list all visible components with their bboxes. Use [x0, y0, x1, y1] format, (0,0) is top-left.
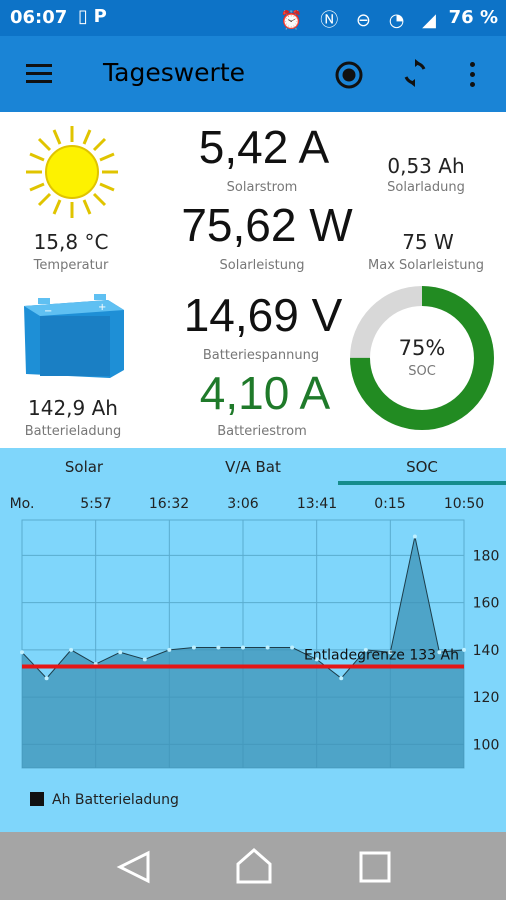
- more-options-icon[interactable]: [470, 62, 478, 88]
- sync-icon[interactable]: [400, 58, 430, 88]
- home-icon[interactable]: [234, 846, 274, 886]
- data-point: [20, 650, 24, 655]
- data-point: [69, 647, 74, 652]
- app-bar: Tageswerte: [0, 36, 506, 112]
- battery-icon: − +: [24, 294, 124, 378]
- solar-current-value: 5,42 A: [198, 121, 330, 173]
- data-point: [462, 647, 466, 652]
- legend-swatch: [30, 792, 44, 806]
- chart-tabs: Solar V/A Bat SOC: [0, 448, 506, 486]
- max-solar-power-value: 75 W: [402, 230, 454, 254]
- data-point: [265, 645, 270, 650]
- record-icon[interactable]: [334, 60, 364, 90]
- data-point: [339, 676, 344, 681]
- x-tick-label: 5:57: [80, 496, 111, 512]
- x-tick-label: 13:41: [297, 496, 337, 512]
- solar-charge-value: 0,53 Ah: [387, 154, 465, 178]
- data-point: [191, 645, 196, 650]
- battery-voltage-value: 14,69 V: [183, 289, 343, 341]
- data-point: [241, 645, 245, 650]
- menu-icon[interactable]: [26, 64, 52, 84]
- active-tab-indicator: [338, 481, 506, 485]
- svg-text:+: +: [98, 302, 106, 313]
- navigation-bar: [0, 832, 506, 900]
- battery-voltage-label: Batteriespannung: [202, 348, 320, 363]
- data-point: [290, 645, 295, 650]
- recent-apps-icon[interactable]: [358, 850, 392, 884]
- x-tick-label: 16:32: [149, 496, 189, 512]
- solar-power-label: Solarleistung: [219, 258, 305, 273]
- soc-label: SOC: [408, 364, 436, 379]
- x-tick-label: Mo.: [10, 496, 35, 512]
- solar-current-label: Solarstrom: [226, 180, 298, 195]
- page-title: Tageswerte: [103, 58, 246, 87]
- battery-current-value: 4,10 A: [199, 367, 331, 419]
- max-solar-power-label: Max Solarleistung: [368, 258, 484, 273]
- data-point: [216, 645, 221, 650]
- soc-value: 75%: [398, 336, 446, 360]
- notification-icons: ▯ P: [78, 6, 107, 27]
- temperature-value: 15,8 °C: [33, 230, 109, 254]
- y-tick-label: 160: [473, 596, 500, 612]
- status-time: 06:07: [10, 7, 68, 28]
- x-tick-label: 0:15: [374, 496, 405, 512]
- threshold-label: Entladegrenze 133 Ah: [304, 647, 459, 663]
- data-point: [118, 650, 123, 655]
- data-point: [412, 534, 417, 539]
- tab-va-bat[interactable]: V/A Bat: [168, 458, 338, 476]
- y-tick-label: 100: [473, 737, 500, 753]
- svg-text:−: −: [44, 306, 52, 317]
- battery-current-label: Batteriestrom: [217, 424, 307, 439]
- solar-power-value: 75,62 W: [181, 199, 353, 251]
- data-point: [44, 676, 49, 681]
- y-tick-label: 180: [473, 548, 500, 564]
- x-tick-label: 3:06: [227, 496, 259, 512]
- readings-panel: 15,8 °C Temperatur − + 142,9 Ah Batterie…: [0, 112, 506, 448]
- temperature-label: Temperatur: [33, 258, 109, 273]
- battery-charge-value: 142,9 Ah: [28, 396, 118, 420]
- battery-level: 76 %: [448, 7, 498, 28]
- back-icon[interactable]: [114, 850, 152, 884]
- battery-charge-label: Batterieladung: [24, 424, 122, 439]
- legend-label: Ah Batterieladung: [52, 792, 179, 808]
- status-bar: 06:07 ▯ P ⏰ Ⓝ ⊖ ◔ ◢ 76 %: [0, 0, 506, 36]
- solar-charge-label: Solarladung: [387, 180, 465, 195]
- chart-area: Solar V/A Bat SOC Mo. 5:57 16:32 3:06 13:41 0…: [0, 448, 506, 832]
- sun-icon: [26, 126, 118, 218]
- y-tick-label: 140: [473, 643, 500, 659]
- x-tick-label: 10:50: [444, 496, 484, 512]
- battery-charge-chart: Mo. 5:57 16:32 3:06 13:41 0:15 10:50 100 120 140 1…: [10, 496, 500, 808]
- system-icons: ⏰ Ⓝ ⊖ ◔ ◢: [280, 10, 442, 31]
- tab-solar[interactable]: Solar: [0, 458, 168, 476]
- tab-soc[interactable]: SOC: [338, 458, 506, 476]
- data-point: [167, 647, 172, 652]
- y-tick-label: 120: [473, 690, 500, 706]
- data-point: [142, 657, 147, 662]
